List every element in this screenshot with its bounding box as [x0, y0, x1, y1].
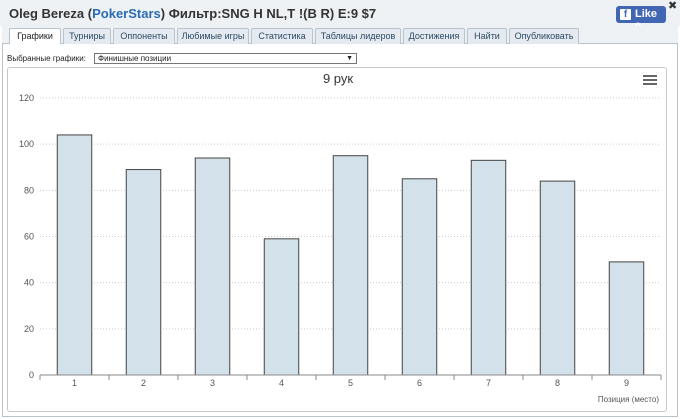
x-axis-title: Позиция (место) [598, 395, 659, 404]
x-tick-label-3: 3 [210, 378, 215, 388]
chart-menu-icon[interactable] [643, 74, 659, 88]
y-tick-label-2: 40 [24, 278, 34, 288]
y-tick-label-5: 100 [19, 139, 34, 149]
bar-position-4[interactable] [263, 238, 300, 376]
bar-position-9[interactable] [608, 261, 645, 376]
chart-bars [56, 134, 645, 376]
x-tick-label-7: 7 [486, 378, 491, 388]
y-tick-label-6: 120 [19, 93, 34, 103]
bar-position-6[interactable] [401, 178, 438, 376]
y-tick-label-0: 0 [29, 370, 34, 380]
bar-position-1[interactable] [56, 134, 93, 376]
y-axis-ticks: 0 20 40 60 80 100 120 [19, 93, 34, 380]
y-tick-label-4: 80 [24, 185, 34, 195]
bar-position-3[interactable] [194, 157, 231, 376]
bar-position-7[interactable] [470, 159, 507, 376]
x-tick-label-4: 4 [279, 378, 284, 388]
bar-position-8[interactable] [539, 180, 576, 376]
x-tick-label-5: 5 [348, 378, 353, 388]
y-tick-label-3: 60 [24, 232, 34, 242]
bar-position-5[interactable] [332, 155, 369, 376]
x-tick-label-8: 8 [555, 378, 560, 388]
chart-title: 9 рук [323, 71, 353, 86]
bar-position-2[interactable] [125, 169, 162, 376]
finish-positions-chart: 9 рук 0 20 40 60 80 100 120 1 2 3 4 5 6 7 8 9 Позиция … [19, 71, 662, 404]
y-tick-label-1: 20 [24, 324, 34, 334]
x-tick-label-9: 9 [624, 378, 629, 388]
x-axis-ticks: 1 2 3 4 5 6 7 8 9 [39, 375, 662, 388]
x-tick-label-6: 6 [417, 378, 422, 388]
x-tick-label-1: 1 [72, 378, 77, 388]
x-tick-label-2: 2 [141, 378, 146, 388]
